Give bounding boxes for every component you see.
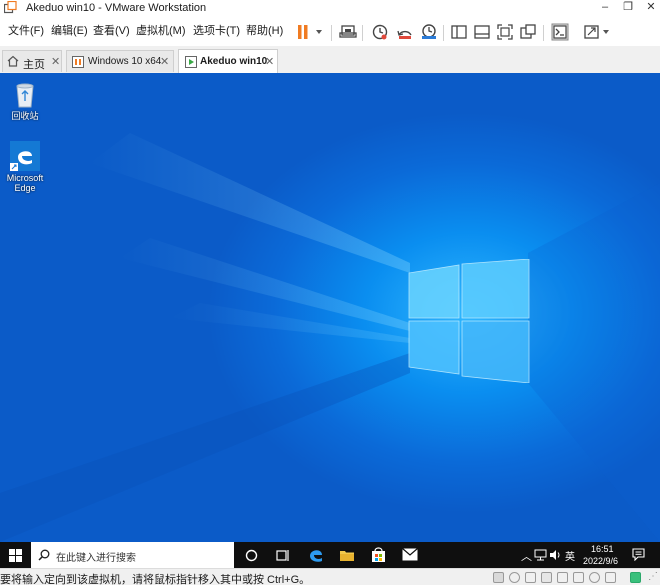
display-icon[interactable]: [589, 572, 600, 583]
vmware-app-icon: [4, 1, 17, 14]
store-icon[interactable]: [370, 546, 387, 563]
tab-akeduo-win10-label: Akeduo win10: [200, 56, 268, 67]
tab-windows-10-x64-label: Windows 10 x64: [88, 56, 162, 67]
usb-controller-icon[interactable]: [541, 572, 552, 583]
menu-vm[interactable]: 虚拟机(M): [136, 24, 186, 38]
menu-toolbar: 文件(F) 编辑(E) 查看(V) 虚拟机(M) 选项卡(T) 帮助(H): [0, 16, 660, 46]
toolbar-separator: [543, 25, 544, 41]
vm-desktop[interactable]: 回收站 Microsoft Edge: [0, 73, 660, 542]
message-log-icon[interactable]: [605, 572, 616, 583]
menu-tabs[interactable]: 选项卡(T): [193, 24, 240, 38]
desktop-icon-label-line1: Microsoft: [6, 173, 44, 183]
network-icon[interactable]: [534, 549, 547, 561]
guest-taskbar: 在此键入进行搜索 ︿ 英 16:51 2022/9/6: [0, 542, 660, 568]
close-icon[interactable]: ✕: [265, 55, 274, 68]
unity-icon[interactable]: [518, 22, 538, 42]
sound-card-icon[interactable]: [557, 572, 568, 583]
toolbar-separator: [331, 25, 332, 41]
tray-overflow-icon[interactable]: ︿: [521, 548, 532, 564]
network-adapter-icon[interactable]: [525, 572, 536, 583]
desktop-icon-label-line2: Edge: [14, 183, 36, 193]
recycle-bin-icon: [16, 83, 34, 108]
file-explorer-icon[interactable]: [339, 547, 355, 563]
clock-date[interactable]: 2022/9/6: [583, 556, 618, 566]
tab-akeduo-win10[interactable]: Akeduo win10 ✕: [178, 49, 278, 73]
close-icon[interactable]: ✕: [160, 55, 169, 68]
full-screen-icon[interactable]: [495, 22, 515, 42]
notification-center-icon[interactable]: [632, 548, 645, 561]
edge-taskbar-icon[interactable]: [308, 547, 324, 563]
vm-running-icon: [185, 56, 197, 68]
toolbar-separator: [443, 25, 444, 41]
send-ctrl-alt-del-icon[interactable]: [338, 22, 358, 42]
desktop-microsoft-edge[interactable]: Microsoft Edge: [3, 141, 47, 193]
vm-tab-icon: [72, 56, 84, 68]
cd-dvd-icon[interactable]: [509, 572, 520, 583]
menu-view[interactable]: 查看(V): [93, 24, 130, 38]
window-title: Akeduo win10 - VMware Workstation: [26, 2, 207, 14]
start-button-icon[interactable]: [9, 549, 22, 562]
thumbnail-bar-icon[interactable]: [472, 22, 492, 42]
revert-snapshot-icon[interactable]: [395, 22, 415, 42]
tab-home[interactable]: 主页 ✕: [2, 50, 62, 72]
tab-windows-10-x64[interactable]: Windows 10 x64 ✕: [66, 50, 174, 72]
tab-home-label: 主页: [23, 59, 45, 71]
status-bar: 要将输入定向到该虚拟机，请将鼠标指针移入其中或按 Ctrl+G。 ⋰: [0, 568, 660, 586]
title-bar: Akeduo win10 - VMware Workstation – ❐ ✕: [0, 0, 660, 16]
windows-logo: [408, 259, 530, 383]
snapshot-icon[interactable]: [370, 22, 390, 42]
home-icon: [7, 55, 19, 67]
cortana-icon[interactable]: [245, 549, 258, 562]
desktop-recycle-bin[interactable]: 回收站: [3, 79, 47, 121]
pause-icon[interactable]: [295, 22, 327, 42]
menu-help[interactable]: 帮助(H): [246, 24, 283, 38]
input-language-indicator[interactable]: 英: [565, 548, 575, 563]
hard-disk-icon[interactable]: [493, 572, 504, 583]
taskbar-search-box[interactable]: 在此键入进行搜索: [31, 542, 234, 568]
printer-icon[interactable]: [573, 572, 584, 583]
stretch-guest-icon[interactable]: [582, 22, 614, 42]
menu-file[interactable]: 文件(F): [8, 24, 44, 38]
edge-icon: [10, 141, 40, 171]
search-icon: [38, 549, 50, 561]
toolbar-separator: [362, 25, 363, 41]
minimize-button[interactable]: –: [594, 0, 616, 16]
volume-icon[interactable]: [549, 549, 562, 561]
vm-status-icon[interactable]: [630, 572, 641, 583]
tab-bar: 主页 ✕ Windows 10 x64 ✕ Akeduo win10 ✕: [0, 46, 660, 74]
close-icon[interactable]: ✕: [51, 55, 60, 68]
task-view-icon[interactable]: [276, 549, 290, 562]
resize-grip-icon[interactable]: ⋰: [648, 571, 658, 582]
console-view-icon[interactable]: [550, 22, 570, 42]
wallpaper-light-beams: [0, 133, 660, 542]
restore-button[interactable]: ❐: [617, 0, 639, 16]
search-placeholder: 在此键入进行搜索: [56, 553, 136, 564]
close-button[interactable]: ✕: [640, 0, 660, 16]
mail-icon[interactable]: [402, 548, 418, 561]
menu-edit[interactable]: 编辑(E): [51, 24, 88, 38]
snapshot-manager-icon[interactable]: [419, 22, 439, 42]
clock-time[interactable]: 16:51: [591, 544, 614, 554]
show-library-icon[interactable]: [449, 22, 469, 42]
desktop-icon-label: 回收站: [11, 111, 39, 121]
